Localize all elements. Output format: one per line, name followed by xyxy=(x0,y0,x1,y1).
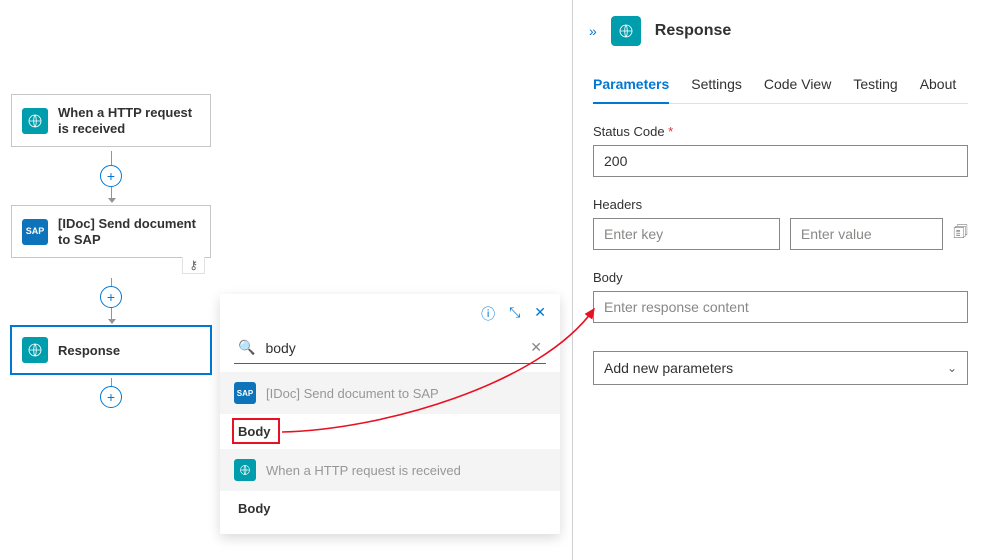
step-label: [IDoc] Send document to SAP xyxy=(58,216,200,247)
close-icon[interactable]: ✕ xyxy=(534,304,546,324)
collapse-panel-icon[interactable]: » xyxy=(589,23,597,39)
panel-header: » Response xyxy=(589,16,968,46)
add-step-button[interactable]: + xyxy=(100,386,122,408)
step-response[interactable]: Response xyxy=(10,325,212,375)
panel-tabs: Parameters Settings Code View Testing Ab… xyxy=(593,76,968,104)
clear-search-icon[interactable]: ✕ xyxy=(526,339,546,356)
add-new-parameters-dropdown[interactable]: Add new parameters ⌄ xyxy=(593,351,968,385)
flow-connector: + xyxy=(11,258,211,326)
step-sap-send-idoc[interactable]: SAP [IDoc] Send document to SAP xyxy=(11,205,211,258)
dynamic-content-group-sap[interactable]: SAP [IDoc] Send document to SAP xyxy=(220,372,560,414)
add-step-button[interactable]: + xyxy=(100,165,122,187)
group-label: [IDoc] Send document to SAP xyxy=(266,386,439,401)
action-properties-panel: » Response Parameters Settings Code View… xyxy=(572,0,990,560)
search-icon: 🔍 xyxy=(234,339,259,356)
group-label: When a HTTP request is received xyxy=(266,463,461,478)
add-step-button[interactable]: + xyxy=(100,286,122,308)
dynamic-content-item-body-http[interactable]: Body xyxy=(220,491,560,526)
flow-connector: + xyxy=(11,147,211,205)
globe-icon xyxy=(22,108,48,134)
step-label: When a HTTP request is received xyxy=(58,105,200,136)
tab-code-view[interactable]: Code View xyxy=(764,76,831,103)
step-sap-wrapper: SAP [IDoc] Send document to SAP ⚷ xyxy=(11,205,211,258)
sap-icon: SAP xyxy=(22,219,48,245)
panel-title: Response xyxy=(655,22,731,40)
switch-to-text-mode-icon[interactable]: 🗊 xyxy=(953,221,968,248)
info-icon[interactable]: ⓘ xyxy=(481,304,495,324)
flow-connector: + xyxy=(11,374,211,412)
step-label: Response xyxy=(58,343,120,359)
search-input[interactable] xyxy=(259,336,526,360)
headers-label: Headers xyxy=(593,197,968,212)
step-http-trigger[interactable]: When a HTTP request is received xyxy=(11,94,211,147)
chevron-down-icon: ⌄ xyxy=(947,361,957,375)
dynamic-content-search[interactable]: 🔍 ✕ xyxy=(234,332,546,364)
tab-parameters[interactable]: Parameters xyxy=(593,76,669,104)
dynamic-content-popup: ⓘ ⤡ ✕ 🔍 ✕ SAP [IDoc] Send document to SA… xyxy=(220,294,560,534)
connector-line xyxy=(111,151,112,165)
header-key-input[interactable] xyxy=(593,218,780,250)
tab-testing[interactable]: Testing xyxy=(853,76,897,103)
popup-toolbar: ⓘ ⤡ ✕ xyxy=(220,294,560,332)
connector-line xyxy=(111,187,112,201)
tab-settings[interactable]: Settings xyxy=(691,76,742,103)
body-input[interactable] xyxy=(593,291,968,323)
connector-line xyxy=(111,278,112,286)
status-code-label: Status Code * xyxy=(593,124,968,139)
tab-about[interactable]: About xyxy=(920,76,957,103)
connector-line xyxy=(111,378,112,386)
header-value-input[interactable] xyxy=(790,218,943,250)
globe-icon xyxy=(611,16,641,46)
status-code-input[interactable] xyxy=(593,145,968,177)
globe-icon xyxy=(234,459,256,481)
sap-icon: SAP xyxy=(234,382,256,404)
globe-icon xyxy=(22,337,48,363)
workflow-designer-column: When a HTTP request is received + SAP [I… xyxy=(11,94,211,412)
dynamic-content-item-body-sap[interactable]: Body xyxy=(220,414,560,449)
dynamic-content-group-http[interactable]: When a HTTP request is received xyxy=(220,449,560,491)
connection-indicator-icon[interactable]: ⚷ xyxy=(182,257,205,274)
expand-icon[interactable]: ⤡ xyxy=(509,304,520,324)
dropdown-label: Add new parameters xyxy=(604,360,733,376)
body-label: Body xyxy=(593,270,968,285)
headers-row: 🗊 xyxy=(593,218,968,250)
connector-line xyxy=(111,308,112,322)
